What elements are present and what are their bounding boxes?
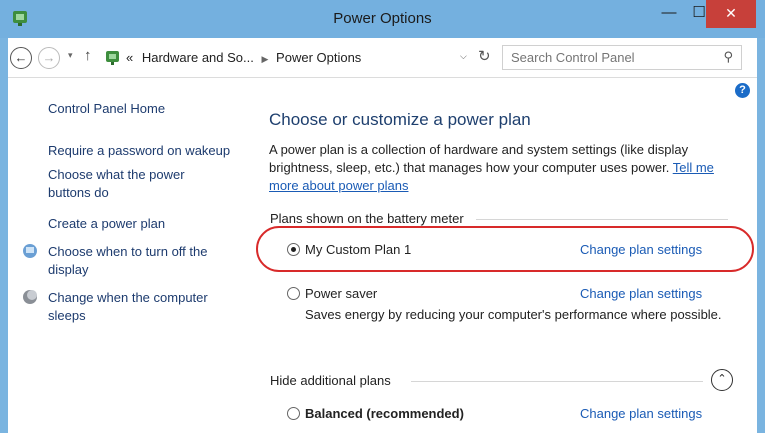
search-icon[interactable]: ⚲ <box>723 49 733 65</box>
up-arrow-icon[interactable]: ↑ <box>84 47 92 64</box>
radio-unselected[interactable] <box>287 407 300 420</box>
moon-icon <box>23 290 37 304</box>
change-plan-settings-link[interactable]: Change plan settings <box>580 286 702 301</box>
breadcrumb-separator-icon[interactable]: ▶ <box>262 54 269 64</box>
control-panel-icon <box>106 51 119 65</box>
sidebar-item-computer-sleeps[interactable]: Change when the computer sleeps <box>48 289 233 325</box>
sidebar-item-require-password[interactable]: Require a password on wakeup <box>48 142 248 160</box>
radio-unselected[interactable] <box>287 287 300 300</box>
close-button[interactable]: ✕ <box>706 0 756 28</box>
search-box[interactable]: ⚲ <box>502 45 742 70</box>
plan-balanced[interactable]: Balanced (recommended) <box>287 406 464 421</box>
page-title: Choose or customize a power plan <box>269 110 531 129</box>
address-dropdown-icon[interactable]: ⌵ <box>460 51 467 62</box>
plan-description: Saves energy by reducing your computer's… <box>305 307 722 322</box>
title-bar[interactable]: Power Options — ☐ ✕ <box>0 0 765 38</box>
plan-power-saver[interactable]: Power saver <box>287 286 377 301</box>
breadcrumb: « Hardware and So... ▶ Power Options <box>126 50 361 65</box>
sidebar-item-power-buttons[interactable]: Choose what the power buttons do <box>48 166 213 202</box>
window-title: Power Options <box>333 10 432 27</box>
sidebar-item-create-plan[interactable]: Create a power plan <box>48 215 248 233</box>
recent-locations-dropdown-icon[interactable]: ▾ <box>68 50 73 61</box>
content-area: Control Panel Home Require a password on… <box>8 78 757 433</box>
left-pane: Control Panel Home Require a password on… <box>8 78 256 433</box>
display-icon <box>23 244 37 258</box>
breadcrumb-power-options[interactable]: Power Options <box>276 50 361 65</box>
search-input[interactable] <box>511 50 711 65</box>
section-label-hide-additional[interactable]: Hide additional plans <box>270 373 391 388</box>
power-options-window: Power Options — ☐ ✕ ← → ▾ ↑ « Hardware a… <box>0 0 765 433</box>
change-plan-settings-link[interactable]: Change plan settings <box>580 242 702 257</box>
radio-selected[interactable] <box>287 243 300 256</box>
back-button[interactable]: ← <box>10 47 32 69</box>
page-description: A power plan is a collection of hardware… <box>269 142 714 193</box>
change-plan-settings-link[interactable]: Change plan settings <box>580 406 702 421</box>
breadcrumb-overflow[interactable]: « <box>126 50 133 65</box>
sidebar-item-turn-off-display[interactable]: Choose when to turn off the display <box>48 243 233 279</box>
collapse-chevron-icon[interactable]: ⌃ <box>711 369 733 391</box>
section-divider <box>411 381 703 382</box>
breadcrumb-hardware-and-sound[interactable]: Hardware and So... <box>142 50 254 65</box>
sidebar-item-control-panel-home[interactable]: Control Panel Home <box>48 100 165 118</box>
section-label-battery-meter: Plans shown on the battery meter <box>270 211 464 226</box>
forward-button[interactable]: → <box>38 47 60 69</box>
address-bar: ← → ▾ ↑ « Hardware and So... ▶ Power Opt… <box>8 38 757 78</box>
help-icon[interactable]: ? <box>735 83 750 98</box>
minimize-button[interactable]: — <box>654 0 684 28</box>
section-divider <box>476 219 728 220</box>
refresh-icon[interactable]: ↻ <box>478 47 491 65</box>
plan-my-custom-plan-1[interactable]: My Custom Plan 1 <box>287 242 411 257</box>
